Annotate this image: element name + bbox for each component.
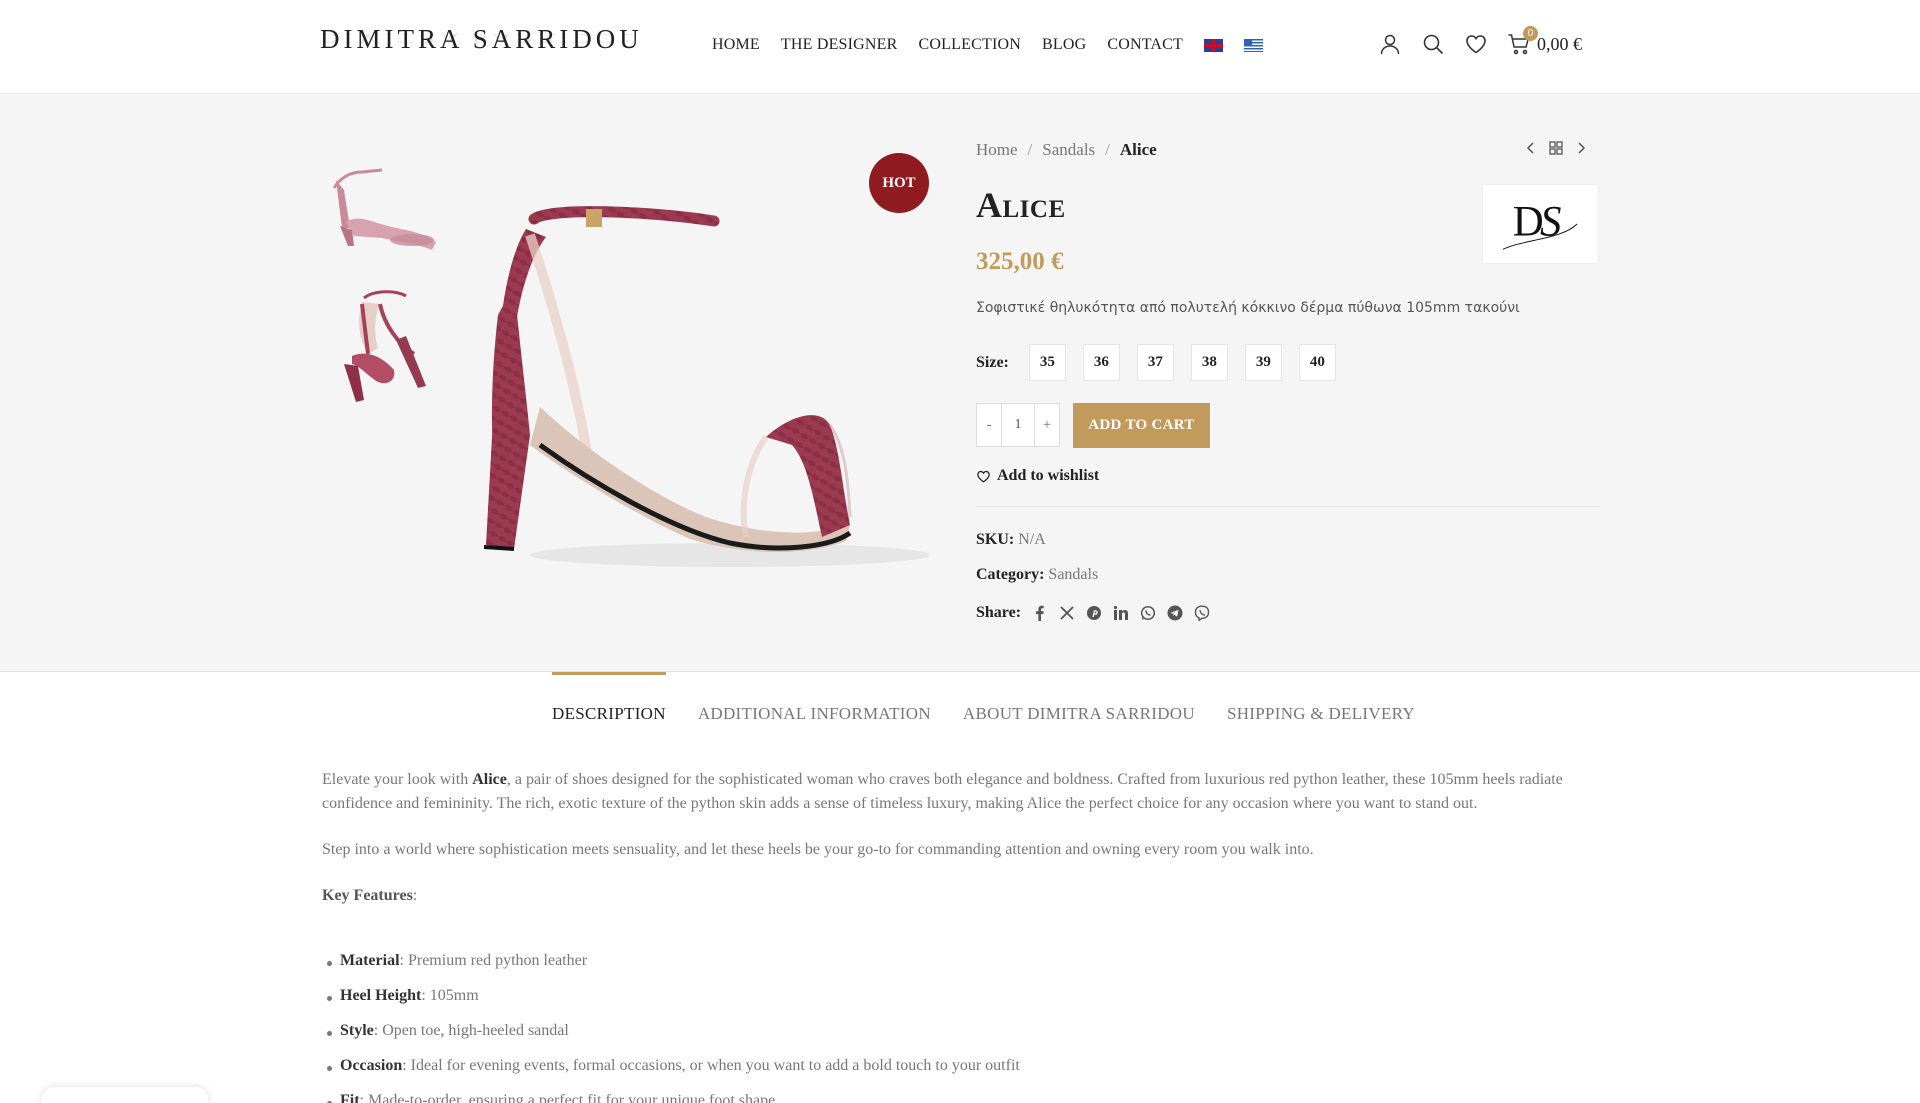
quantity-increase-button[interactable]: +: [1034, 403, 1060, 447]
grid-icon[interactable]: [1549, 141, 1563, 155]
sku-value: N/A: [1018, 531, 1046, 548]
telegram-icon[interactable]: [1167, 605, 1183, 621]
facebook-icon[interactable]: [1032, 605, 1048, 621]
size-swatch-37[interactable]: 37: [1136, 344, 1174, 381]
list-item: Style: Open toe, high-heeled sandal: [322, 1022, 1020, 1057]
heart-icon: [977, 470, 990, 483]
add-to-wishlist-link[interactable]: Add to wishlist: [976, 467, 1099, 485]
breadcrumb-separator: /: [1105, 140, 1110, 159]
share-links: Share:: [976, 604, 1210, 622]
x-twitter-icon[interactable]: [1059, 605, 1075, 621]
divider: [976, 506, 1600, 507]
size-swatch-39[interactable]: 39: [1244, 344, 1282, 381]
whatsapp-icon[interactable]: [1140, 605, 1156, 621]
breadcrumb-separator: /: [1027, 140, 1033, 159]
logo-reflection: DIMITRA SARRIDOU: [320, 31, 643, 46]
search-icon[interactable]: [1421, 32, 1445, 56]
pinterest-icon[interactable]: [1086, 605, 1102, 621]
cookie-consent-tab[interactable]: [42, 1087, 208, 1103]
svg-text:D: D: [1513, 199, 1544, 246]
size-swatch-35[interactable]: 35: [1028, 344, 1066, 381]
hot-badge: HOT: [869, 153, 929, 213]
description-paragraph-2: Step into a world where sophistication m…: [322, 841, 1314, 858]
list-item: Occasion: Ideal for evening events, form…: [322, 1057, 1020, 1092]
nav-the-designer[interactable]: THE DESIGNER: [781, 36, 898, 54]
cart-total: 0,00 €: [1537, 33, 1582, 54]
product-thumbnails: [322, 150, 444, 418]
size-swatch-36[interactable]: 36: [1082, 344, 1120, 381]
product-tabs: DESCRIPTION ADDITIONAL INFORMATION ABOUT…: [552, 672, 1447, 738]
quantity-input[interactable]: 1: [1002, 403, 1034, 447]
size-swatch-38[interactable]: 38: [1190, 344, 1228, 381]
breadcrumb-current: Alice: [1119, 140, 1157, 159]
linkedin-icon[interactable]: [1113, 605, 1129, 621]
greek-flag-icon[interactable]: [1244, 38, 1264, 52]
size-selector: Size: 35 36 37 38 39 40: [976, 344, 1353, 381]
tab-about-dimitra-sarridou[interactable]: ABOUT DIMITRA SARRIDOU: [963, 672, 1195, 738]
breadcrumb-category[interactable]: Sandals: [1042, 140, 1095, 160]
heart-icon[interactable]: [1464, 32, 1488, 56]
product-category: Category: Sandals: [976, 566, 1098, 584]
nav-blog[interactable]: BLOG: [1042, 36, 1086, 54]
tab-additional-information[interactable]: ADDITIONAL INFORMATION: [698, 672, 931, 738]
thumbnail-side-view[interactable]: [322, 150, 444, 272]
tab-shipping-delivery[interactable]: SHIPPING & DELIVERY: [1227, 672, 1415, 738]
quantity-stepper: - 1 +: [976, 403, 1060, 447]
user-icon[interactable]: [1378, 32, 1402, 56]
product-navigation: [1524, 141, 1588, 155]
product-short-description: Σοφιστικέ θηλυκότητα από πολυτελή κόκκιν…: [976, 300, 1520, 316]
category-link[interactable]: Sandals: [1048, 566, 1098, 583]
size-label: Size:: [976, 353, 1009, 371]
list-item: Material: Premium red python leather: [322, 952, 1020, 987]
sku-label: SKU:: [976, 531, 1015, 548]
nav-contact[interactable]: CONTACT: [1107, 36, 1183, 54]
brand-logo-image: D S: [1482, 184, 1599, 264]
chevron-left-icon[interactable]: [1524, 141, 1538, 155]
product-section: [0, 94, 1920, 672]
uk-flag-icon[interactable]: [1204, 38, 1224, 52]
cart-button[interactable]: 0 0,00 €: [1507, 26, 1582, 56]
header-actions: 0 0,00 €: [1378, 26, 1582, 56]
viber-icon[interactable]: [1194, 605, 1210, 621]
add-to-cart-button[interactable]: ADD TO CART: [1073, 403, 1210, 448]
list-item: Fit: Made-to-order, ensuring a perfect f…: [322, 1092, 1020, 1103]
product-main-image[interactable]: [470, 145, 930, 605]
tab-description[interactable]: DESCRIPTION: [552, 672, 666, 738]
list-item: Heel Height: 105mm: [322, 987, 1020, 1022]
thumbnail-angle-view[interactable]: [322, 284, 444, 406]
key-features-heading: Key Features:: [322, 887, 418, 904]
product-price: 325,00 €: [976, 248, 1064, 275]
share-label: Share:: [976, 604, 1022, 621]
category-label: Category:: [976, 566, 1045, 583]
breadcrumb: Home / Sandals / Alice: [976, 140, 1157, 160]
main-nav: HOME THE DESIGNER COLLECTION BLOG CONTAC…: [712, 36, 1284, 54]
quantity-decrease-button[interactable]: -: [976, 403, 1002, 447]
cart-count-badge: 0: [1523, 26, 1538, 41]
breadcrumb-home[interactable]: Home: [976, 140, 1018, 160]
nav-home[interactable]: HOME: [712, 36, 760, 54]
site-header: DIMITRA SARRIDOU DIMITRA SARRIDOU HOME T…: [0, 0, 1920, 94]
description-paragraph-1: Elevate your look with Alice, a pair of …: [322, 771, 1563, 812]
product-sku: SKU: N/A: [976, 531, 1046, 549]
chevron-right-icon[interactable]: [1574, 141, 1588, 155]
description-content: Elevate your look with Alice, a pair of …: [322, 768, 1602, 930]
product-title: Alice: [976, 185, 1066, 225]
wishlist-label: Add to wishlist: [997, 467, 1100, 484]
feature-list: Material: Premium red python leather Hee…: [322, 952, 1020, 1103]
size-swatch-40[interactable]: 40: [1298, 344, 1336, 381]
nav-collection[interactable]: COLLECTION: [919, 36, 1021, 54]
